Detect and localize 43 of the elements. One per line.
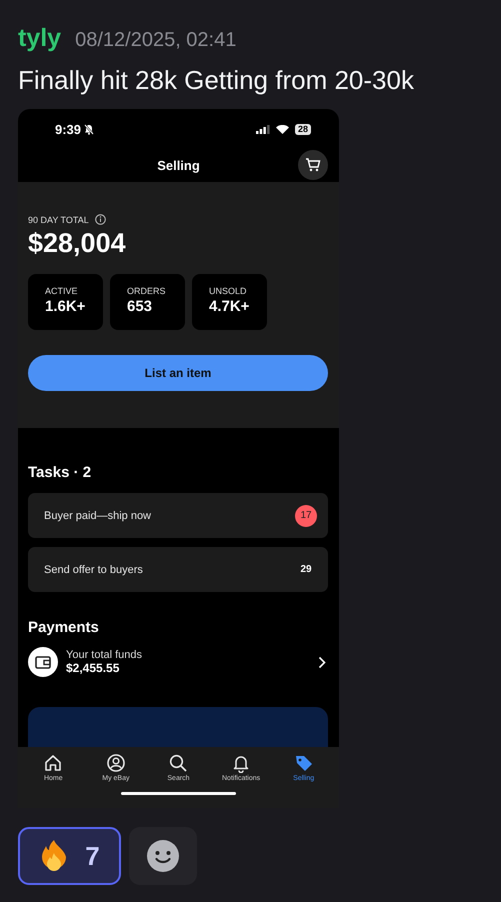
wifi-icon xyxy=(276,124,289,134)
stat-card[interactable]: UNSOLD 4.7K+ xyxy=(192,274,267,330)
smiley-icon xyxy=(146,839,180,873)
stat-label: ORDERS xyxy=(127,286,167,296)
stat-label: UNSOLD xyxy=(209,286,248,296)
message-timestamp: 08/12/2025, 02:41 xyxy=(75,29,236,52)
cart-icon[interactable] xyxy=(298,150,328,180)
funds-row[interactable]: Your total funds $2,455.55 xyxy=(28,646,328,678)
total-amount: $28,004 xyxy=(28,228,127,259)
author-name[interactable]: tyly xyxy=(18,24,62,53)
reaction-button[interactable]: 7 xyxy=(18,827,121,885)
tag-icon xyxy=(294,753,314,773)
task-count: 29 xyxy=(299,562,313,576)
stat-card[interactable]: ACTIVE 1.6K+ xyxy=(28,274,103,330)
stat-label: ACTIVE xyxy=(45,286,79,296)
battery-level: 28 xyxy=(294,124,311,134)
add-reaction-button[interactable] xyxy=(129,827,197,885)
stat-value: 653 xyxy=(127,298,154,315)
list-item-button[interactable]: List an item xyxy=(28,355,328,391)
screen-title: Selling xyxy=(157,158,200,173)
task-row[interactable]: Send offer to buyers 29 xyxy=(28,547,328,592)
bell-muted-icon xyxy=(84,124,94,134)
home-icon xyxy=(43,753,64,773)
funds-label: Your total funds xyxy=(66,649,144,662)
stat-value: 4.7K+ xyxy=(209,298,250,315)
task-count: 17 xyxy=(295,504,317,526)
chevron-right-icon xyxy=(318,656,326,668)
wallet-icon xyxy=(28,647,58,677)
total-label: 90 DAY TOTAL xyxy=(28,214,89,224)
signal-icon xyxy=(256,124,270,134)
message-text: Finally hit 28k Getting from 20-30k xyxy=(18,64,415,97)
funds-amount: $2,455.55 xyxy=(66,662,120,675)
status-time: 9:39 xyxy=(55,122,82,136)
search-icon xyxy=(168,753,188,773)
info-icon[interactable] xyxy=(94,214,106,225)
task-row[interactable]: Buyer paid—ship now 17 xyxy=(28,493,328,538)
stat-value: 1.6K+ xyxy=(45,298,86,315)
section-title: Tasks · 2 xyxy=(28,464,92,481)
section-title: Payments xyxy=(28,619,100,636)
task-label: Send offer to buyers xyxy=(44,564,143,576)
stat-card[interactable]: ORDERS 653 xyxy=(110,274,185,330)
task-label: Buyer paid—ship now xyxy=(44,510,152,522)
person-icon xyxy=(106,753,126,773)
